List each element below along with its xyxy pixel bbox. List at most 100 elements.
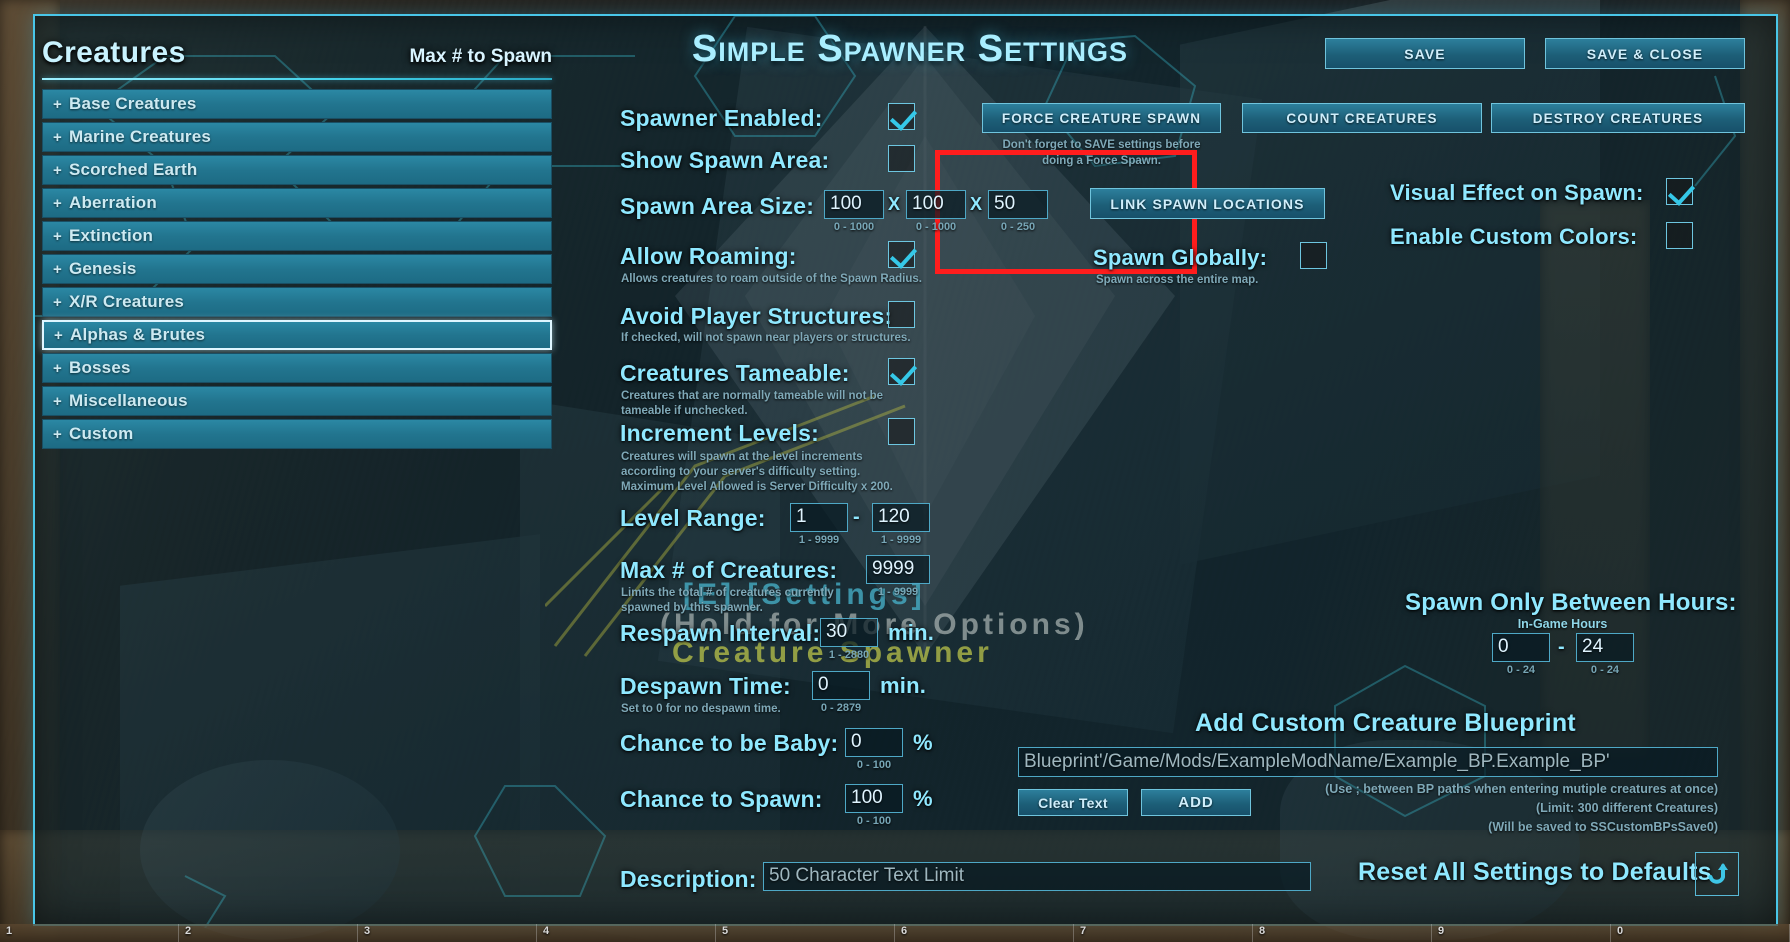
hotbar-slot-number: 9 [1438, 925, 1445, 937]
hotbar-slot[interactable]: 7 [1074, 924, 1253, 942]
level-range-min-input[interactable]: 1 [790, 503, 848, 532]
visual-effect-checkbox[interactable] [1666, 178, 1693, 205]
sidebar-divider [42, 78, 552, 80]
sidebar-item-bosses[interactable]: + Bosses [42, 353, 552, 383]
spawn-area-size-z-input[interactable]: 50 [988, 190, 1048, 219]
sidebar-title: Creatures [42, 36, 186, 69]
increment-levels-checkbox[interactable] [888, 418, 915, 445]
custom-colors-checkbox[interactable] [1666, 222, 1693, 249]
sidebar-item-genesis[interactable]: + Genesis [42, 254, 552, 284]
increment-levels-hint-line-3: Maximum Level Allowed is Server Difficul… [621, 481, 893, 493]
max-creatures-hint-line-1: Limits the total # of creatures currentl… [621, 587, 834, 599]
avoid-player-structures-checkbox[interactable] [888, 301, 915, 328]
respawn-interval-input[interactable]: 30 [820, 618, 878, 647]
spawn-hours-start-range: 0 - 24 [1506, 664, 1536, 676]
allow-roaming-label: Allow Roaming: [620, 243, 797, 269]
hotbar-slot-number: 1 [6, 925, 13, 937]
allow-roaming-checkbox[interactable] [888, 241, 915, 268]
spawn-globally-checkbox[interactable] [1300, 242, 1327, 269]
sidebar-item-extinction[interactable]: + Extinction [42, 221, 552, 251]
force-creature-spawn-button[interactable]: FORCE CREATURE SPAWN [982, 103, 1221, 133]
sidebar-item-aberration[interactable]: + Aberration [42, 188, 552, 218]
expand-plus-icon: + [53, 392, 62, 410]
hotbar-slot[interactable]: 4 [537, 924, 716, 942]
sidebar-item-label: Aberration [68, 193, 157, 212]
hotbar-slot[interactable]: 9 [1432, 924, 1611, 942]
level-range-separator: - [853, 506, 860, 528]
hotbar-slot[interactable]: 2 [179, 924, 358, 942]
save-and-close-button[interactable]: SAVE & CLOSE [1545, 38, 1745, 69]
sidebar-item-x-r-creatures[interactable]: + X/R Creatures [42, 287, 552, 317]
level-range-label: Level Range: [620, 505, 766, 531]
despawn-time-hint: Set to 0 for no despawn time. [621, 703, 781, 715]
level-range-max-input[interactable]: 120 [872, 503, 930, 532]
game-hotbar[interactable]: 1 2 3 4 5 6 7 8 9 0 [0, 924, 1790, 942]
chance-to-spawn-unit: % [913, 786, 933, 811]
chance-to-be-baby-label: Chance to be Baby: [620, 730, 839, 756]
sidebar-item-label: Miscellaneous [68, 391, 188, 410]
sidebar-item-scorched-earth[interactable]: + Scorched Earth [42, 155, 552, 185]
spawn-hours-separator: - [1558, 636, 1565, 658]
sidebar-item-label: Scorched Earth [68, 160, 198, 179]
page-title: Simple Spawner Settings [691, 28, 1129, 70]
sidebar-item-base-creatures[interactable]: + Base Creatures [42, 89, 552, 119]
spawn-hours-end-input[interactable]: 24 [1576, 633, 1634, 662]
spawn-area-size-y-input[interactable]: 100 [906, 190, 966, 219]
chance-to-spawn-input[interactable]: 100 [845, 784, 903, 813]
force-spawn-note-line-2: doing a Force Spawn. [1042, 155, 1161, 167]
spawn-area-size-z-range: 0 - 250 [1000, 221, 1036, 233]
reset-settings-button[interactable] [1695, 852, 1739, 896]
chance-to-spawn-range: 0 - 100 [856, 815, 892, 827]
link-spawn-locations-button[interactable]: LINK SPAWN LOCATIONS [1090, 188, 1325, 219]
hotbar-slot[interactable]: 1 [0, 924, 179, 942]
spawner-enabled-checkbox[interactable] [888, 103, 915, 130]
sidebar-item-alphas-brutes[interactable]: + Alphas & Brutes [42, 320, 552, 350]
creatures-tameable-checkbox[interactable] [888, 358, 915, 385]
blueprint-input[interactable]: Blueprint'/Game/Mods/ExampleModName/Exam… [1018, 747, 1718, 777]
sidebar-item-label: Extinction [68, 226, 154, 245]
despawn-time-input[interactable]: 0 [812, 671, 870, 700]
sidebar-item-label: Base Creatures [68, 94, 197, 113]
show-spawn-area-checkbox[interactable] [888, 145, 915, 172]
chance-to-be-baby-input[interactable]: 0 [845, 728, 903, 757]
sidebar-item-marine-creatures[interactable]: + Marine Creatures [42, 122, 552, 152]
sidebar-item-label: X/R Creatures [68, 292, 185, 311]
sidebar-item-custom[interactable]: + Custom [42, 419, 552, 449]
spawn-area-size-label: Spawn Area Size: [620, 193, 815, 219]
chance-to-spawn-label: Chance to Spawn: [620, 786, 823, 812]
respawn-interval-unit: min. [888, 620, 935, 645]
hotbar-slot[interactable]: 3 [358, 924, 537, 942]
hotbar-slot[interactable]: 8 [1253, 924, 1432, 942]
hotbar-slot-number: 4 [543, 925, 550, 937]
sidebar-item-miscellaneous[interactable]: + Miscellaneous [42, 386, 552, 416]
reset-settings-label[interactable]: Reset All Settings to Defaults [1358, 858, 1712, 887]
max-creatures-hint-line-2: spawned by this spawner. [621, 602, 763, 614]
sidebar-item-label: Custom [68, 424, 134, 443]
respawn-interval-label: Respawn Interval: [620, 620, 821, 646]
hotbar-slot-number: 5 [722, 925, 729, 937]
hotbar-slot[interactable]: 5 [716, 924, 895, 942]
description-input[interactable]: 50 Character Text Limit [763, 862, 1311, 891]
hotbar-slot[interactable]: 6 [895, 924, 1074, 942]
spawn-area-size-y-range: 0 - 1000 [915, 221, 957, 233]
spawn-area-size-separator-2: X [970, 194, 983, 214]
avoid-player-structures-label: Avoid Player Structures: [620, 303, 893, 329]
spawn-area-size-x-input[interactable]: 100 [824, 190, 884, 219]
destroy-creatures-button[interactable]: DESTROY CREATURES [1491, 103, 1745, 133]
blueprint-note-line-2: (Limit: 300 different Creatures) [1536, 801, 1718, 815]
spawn-globally-label: Spawn Globally: [1093, 245, 1268, 270]
creatures-tameable-label: Creatures Tameable: [620, 360, 850, 386]
hotbar-slot-number: 0 [1617, 925, 1624, 937]
count-creatures-button[interactable]: COUNT CREATURES [1242, 103, 1482, 133]
creatures-sidebar: Creatures Max # to Spawn + Base Creatures… [42, 36, 552, 449]
show-spawn-area-label: Show Spawn Area: [620, 147, 830, 173]
spawn-hours-start-input[interactable]: 0 [1492, 633, 1550, 662]
max-creatures-input[interactable]: 9999 [866, 555, 930, 584]
expand-plus-icon: + [53, 194, 62, 212]
level-range-min-range: 1 - 9999 [798, 534, 840, 546]
expand-plus-icon: + [53, 227, 62, 245]
expand-plus-icon: + [53, 161, 62, 179]
creature-category-list: + Base Creatures + Marine Creatures + Scorche… [42, 89, 552, 449]
hotbar-slot[interactable]: 0 [1611, 924, 1790, 942]
save-button[interactable]: SAVE [1325, 38, 1525, 69]
